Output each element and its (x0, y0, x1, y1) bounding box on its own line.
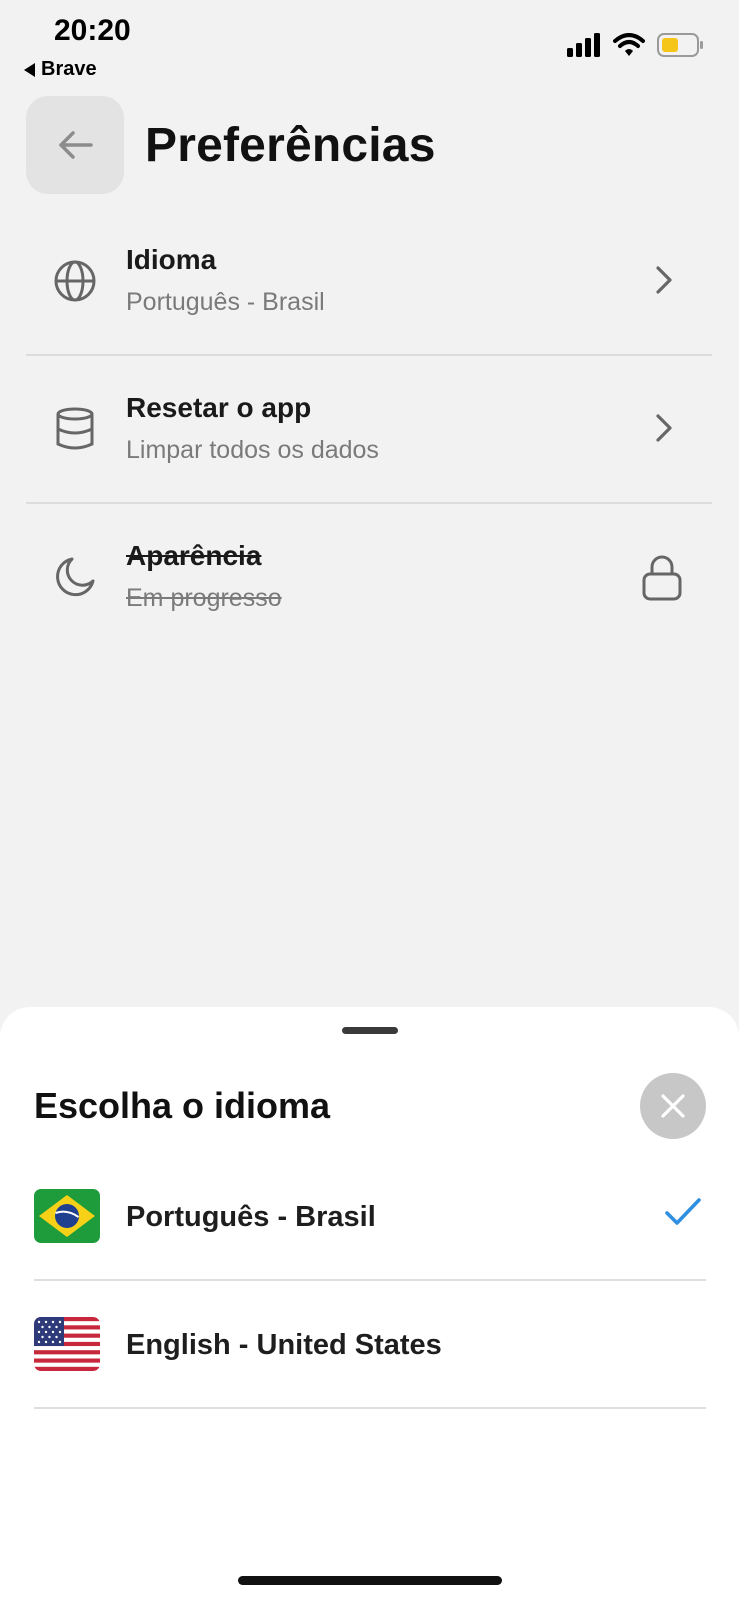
language-bottom-sheet: Escolha o idioma Português - Brasil Engl… (0, 1007, 739, 1600)
setting-subtitle: Em progresso (126, 584, 282, 612)
language-options-list: Português - Brasil English - United Stat… (34, 1153, 706, 1409)
globe-icon (54, 260, 96, 302)
back-button[interactable] (26, 96, 124, 194)
checkmark-icon (665, 1198, 701, 1225)
setting-title: Aparência (126, 540, 262, 571)
settings-list: Idioma Português - Brasil Resetar o app … (26, 208, 712, 652)
moon-icon (56, 557, 95, 597)
battery-icon (657, 33, 703, 57)
chevron-right-icon (656, 414, 672, 442)
language-option-pt-br[interactable]: Português - Brasil (34, 1153, 706, 1281)
setting-title: Resetar o app (126, 392, 312, 423)
setting-row-language[interactable]: Idioma Português - Brasil (26, 208, 712, 356)
status-bar: 20:20 Brave (0, 0, 739, 90)
brazil-flag-icon (34, 1189, 100, 1243)
usa-flag-icon (34, 1317, 100, 1371)
database-icon (56, 407, 94, 450)
setting-title: Idioma (126, 244, 217, 275)
language-label: Português - Brasil (126, 1201, 376, 1233)
arrow-left-icon (59, 131, 93, 159)
status-icons (567, 32, 705, 58)
setting-subtitle: Português - Brasil (126, 288, 325, 316)
back-app-label: Brave (41, 58, 97, 80)
sheet-title: Escolha o idioma (34, 1085, 331, 1126)
sheet-grabber-handle[interactable] (342, 1027, 398, 1034)
back-triangle-icon (24, 62, 35, 77)
lock-icon (642, 555, 682, 601)
home-indicator[interactable] (238, 1576, 502, 1585)
setting-subtitle: Limpar todos os dados (126, 436, 379, 464)
back-to-app-link[interactable]: Brave (24, 58, 97, 81)
chevron-right-icon (656, 266, 672, 294)
language-option-en-us[interactable]: English - United States (34, 1281, 706, 1409)
wifi-icon (613, 33, 645, 56)
cellular-signal-icon (567, 33, 600, 57)
status-time: 20:20 (54, 14, 131, 47)
page-title: Preferências (145, 119, 436, 172)
close-button[interactable] (640, 1073, 706, 1139)
setting-row-reset-app[interactable]: Resetar o app Limpar todos os dados (26, 356, 712, 504)
setting-row-appearance: Aparência Em progresso (26, 504, 712, 652)
language-label: English - United States (126, 1329, 442, 1361)
close-icon (661, 1094, 685, 1118)
